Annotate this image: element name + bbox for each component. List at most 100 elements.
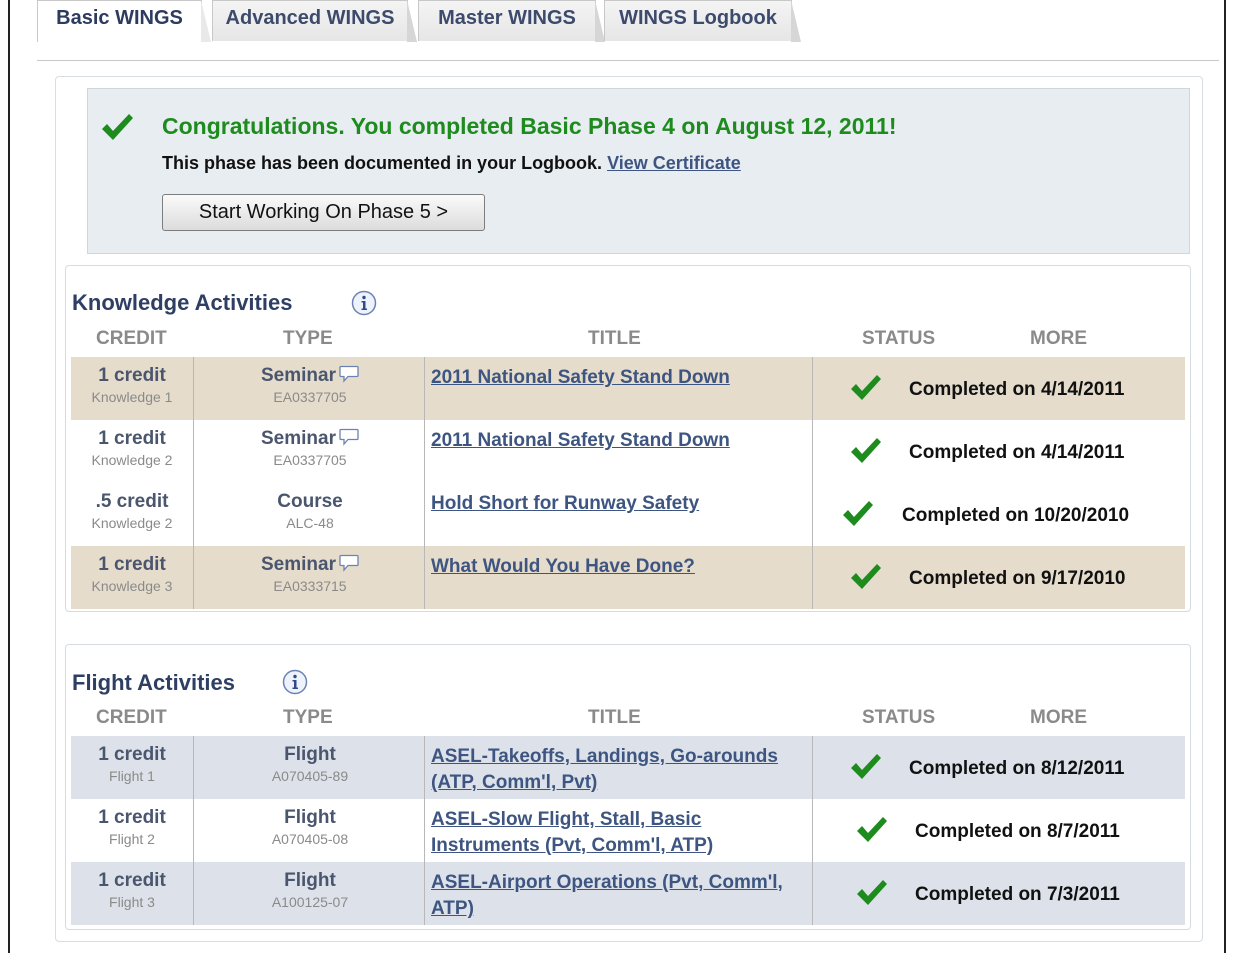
column-divider (193, 546, 194, 609)
column-divider (193, 799, 194, 862)
activity-title-link[interactable]: What Would You Have Done? (431, 554, 811, 580)
table-row: .5 credit Knowledge 2 Course ALC-48 Hold… (71, 483, 1185, 546)
activity-type: Flight (284, 870, 336, 891)
column-divider (812, 420, 813, 483)
column-divider (812, 357, 813, 420)
activity-code: A070405-08 (271, 831, 349, 847)
check-icon (851, 438, 881, 463)
activity-type: Flight (284, 744, 336, 765)
credit-category: Flight 1 (109, 768, 155, 784)
flight-section-title: Flight Activities (72, 670, 235, 695)
header-credit: CREDIT (96, 328, 167, 349)
status-text: Completed on 8/7/2011 (915, 821, 1120, 842)
speech-bubble-icon[interactable] (339, 428, 359, 446)
table-row: 1 credit Flight 1 Flight A070405-89 ASEL… (71, 736, 1185, 799)
tab-master-wings[interactable]: Master WINGS (418, 0, 605, 42)
activity-title-link[interactable]: 2011 National Safety Stand Down (431, 365, 811, 391)
status-text: Completed on 7/3/2011 (915, 884, 1120, 905)
table-row: 1 credit Flight 2 Flight A070405-08 ASEL… (71, 799, 1185, 862)
tabs-divider (37, 60, 1219, 61)
credit-value: 1 credit (98, 807, 166, 828)
column-divider (193, 736, 194, 799)
start-phase-button[interactable]: Start Working On Phase 5 > (162, 194, 485, 231)
activity-title-link[interactable]: ASEL-Takeoffs, Landings, Go-arounds (ATP… (431, 744, 811, 796)
credit-value: .5 credit (95, 491, 169, 512)
credit-category: Knowledge 2 (91, 452, 173, 468)
credit-value: 1 credit (98, 744, 166, 765)
check-icon (857, 880, 887, 905)
column-divider (812, 483, 813, 546)
activity-type: Seminar (195, 428, 425, 450)
activity-code: ALC-48 (286, 515, 334, 531)
tab-basic-wings[interactable]: Basic WINGS (37, 0, 211, 42)
activity-code: EA0333715 (273, 578, 347, 594)
view-certificate-link[interactable]: View Certificate (607, 153, 741, 173)
activity-title-link[interactable]: Hold Short for Runway Safety (431, 491, 811, 517)
column-divider (812, 862, 813, 925)
header-title: TITLE (588, 328, 641, 349)
table-row: 1 credit Knowledge 3 Seminar EA0333715 W… (71, 546, 1185, 609)
credit-value: 1 credit (98, 428, 166, 449)
header-title: TITLE (588, 707, 641, 728)
header-type: TYPE (283, 707, 333, 728)
credit-category: Flight 2 (109, 831, 155, 847)
header-type: TYPE (283, 328, 333, 349)
activity-type-label: Seminar (261, 554, 336, 575)
congrats-title: Congratulations. You completed Basic Pha… (162, 113, 897, 139)
check-icon (851, 375, 881, 400)
check-icon (851, 754, 881, 779)
status-text: Completed on 8/12/2011 (909, 758, 1125, 779)
activity-title-link[interactable]: ASEL-Slow Flight, Stall, Basic Instrumen… (431, 807, 811, 859)
column-divider (812, 736, 813, 799)
status-text: Completed on 4/14/2011 (909, 442, 1125, 463)
info-icon[interactable] (282, 669, 308, 695)
activity-code: EA0337705 (273, 452, 347, 468)
column-divider (193, 862, 194, 925)
congrats-subtitle-text: This phase has been documented in your L… (162, 153, 603, 173)
activity-title-link[interactable]: ASEL-Airport Operations (Pvt, Comm'l, AT… (431, 870, 811, 922)
check-icon (851, 564, 881, 589)
check-icon (102, 114, 133, 140)
status-text: Completed on 4/14/2011 (909, 379, 1125, 400)
activity-type: Seminar (195, 554, 425, 576)
credit-value: 1 credit (98, 365, 166, 386)
activity-code: A070405-89 (271, 768, 349, 784)
credit-category: Knowledge 3 (91, 578, 173, 594)
activity-type: Flight (284, 807, 336, 828)
column-divider (193, 357, 194, 420)
credit-value: 1 credit (98, 554, 166, 575)
speech-bubble-icon[interactable] (339, 365, 359, 383)
activity-code: A100125-07 (271, 894, 349, 910)
credit-category: Knowledge 2 (91, 515, 173, 531)
status-text: Completed on 9/17/2010 (909, 568, 1126, 589)
activity-code: EA0337705 (273, 389, 347, 405)
header-more: MORE (1030, 707, 1087, 728)
credit-category: Knowledge 1 (91, 389, 173, 405)
status-text: Completed on 10/20/2010 (902, 505, 1130, 526)
header-credit: CREDIT (96, 707, 167, 728)
table-row: 1 credit Knowledge 1 Seminar EA0337705 2… (71, 357, 1185, 420)
activity-type: Seminar (195, 365, 425, 387)
knowledge-section-title: Knowledge Activities (72, 290, 293, 315)
activity-type-label: Seminar (261, 428, 336, 449)
activity-type: Course (277, 491, 343, 512)
column-divider (193, 420, 194, 483)
column-divider (812, 546, 813, 609)
header-status: STATUS (862, 328, 936, 349)
activity-type-label: Seminar (261, 365, 336, 386)
speech-bubble-icon[interactable] (339, 554, 359, 572)
activity-title-link[interactable]: 2011 National Safety Stand Down (431, 428, 811, 454)
column-divider (812, 799, 813, 862)
credit-value: 1 credit (98, 870, 166, 891)
table-row: 1 credit Knowledge 2 Seminar EA0337705 2… (71, 420, 1185, 483)
congrats-subtitle: This phase has been documented in your L… (162, 153, 741, 174)
info-icon[interactable] (351, 290, 377, 316)
header-more: MORE (1030, 328, 1087, 349)
credit-category: Flight 3 (109, 894, 155, 910)
table-row: 1 credit Flight 3 Flight A100125-07 ASEL… (71, 862, 1185, 925)
column-divider (193, 483, 194, 546)
header-status: STATUS (862, 707, 936, 728)
tab-advanced-wings[interactable]: Advanced WINGS (212, 0, 417, 42)
tab-wings-logbook[interactable]: WINGS Logbook (604, 0, 801, 42)
check-icon (843, 501, 873, 526)
